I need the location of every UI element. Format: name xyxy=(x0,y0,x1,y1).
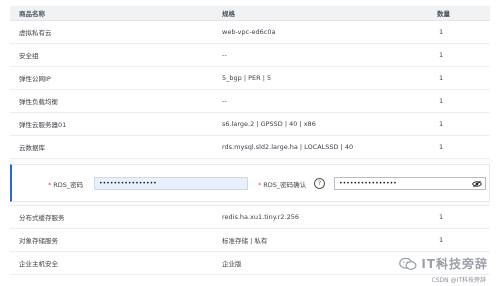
cell-spec: rds.mysql.sld2.large.ha | LOCALSSD | 40 xyxy=(222,143,354,151)
cell-spec: -- xyxy=(222,97,227,105)
rds-password-label-text: RDS_密码 xyxy=(53,181,84,189)
cell-quantity: 1 xyxy=(439,74,444,82)
rds-password-input[interactable] xyxy=(94,177,248,190)
watermark: IT科技旁辞 xyxy=(399,255,488,272)
table-row: 虚拟私有云 web-vpc-ed6c0a 1 xyxy=(10,21,490,44)
header-product-name: 商品名称 xyxy=(19,10,45,18)
cell-spec: 5_bgp | PER | 5 xyxy=(222,74,272,82)
table-row: 弹性公网IP 5_bgp | PER | 5 1 xyxy=(10,67,490,90)
wechat-logo-icon xyxy=(399,257,417,270)
cell-spec: s6.large.2 | GPSSD | 40 | x86 xyxy=(222,120,316,128)
table-row: 弹性负载均衡 -- 1 xyxy=(10,90,490,113)
cell-spec: -- xyxy=(222,51,227,59)
rds-password-form: *RDS_密码 *RDS_密码确认 ? xyxy=(10,164,490,202)
cell-product-name: 弹性负载均衡 xyxy=(19,98,58,106)
rds-password-label: * RDS_密码 xyxy=(48,179,83,189)
cell-product-name: 云数据库 xyxy=(19,144,45,152)
product-table: 商品名称 规格 数量 虚拟私有云 web-vpc-ed6c0a 1 安全组 --… xyxy=(10,6,490,275)
cell-product-name: 弹性云服务器01 xyxy=(19,121,67,129)
cell-quantity: 1 xyxy=(439,120,444,128)
table-row: 安全组 -- 1 xyxy=(10,44,490,67)
required-mark: * xyxy=(258,181,262,189)
table-header: 商品名称 规格 数量 xyxy=(10,6,490,21)
rds-password-confirm-label: * RDS_密码确认 xyxy=(258,179,306,189)
cell-product-name: 企业主机安全 xyxy=(19,260,58,268)
cell-product-name: 安全组 xyxy=(19,52,39,60)
header-spec: 规格 xyxy=(222,10,235,18)
cell-spec: web-vpc-ed6c0a xyxy=(222,28,276,36)
watermark-text: IT科技旁辞 xyxy=(421,257,488,271)
help-icon[interactable]: ? xyxy=(314,178,325,189)
table-row: 对象存储服务 标准存储 | 私有 1 xyxy=(10,229,490,252)
table-row: 云数据库 rds.mysql.sld2.large.ha | LOCALSSD … xyxy=(10,136,490,159)
cell-quantity: 1 xyxy=(439,97,444,105)
rds-password-confirm-input[interactable] xyxy=(334,177,486,190)
csdn-credit: CSDN @IT科技旁辞 xyxy=(431,277,486,284)
rds-password-confirm-label-text: RDS_密码确认 xyxy=(263,181,307,189)
rds-password-panel: *RDS_密码 *RDS_密码确认 ? xyxy=(10,159,490,206)
cell-quantity: 1 xyxy=(439,213,444,221)
cell-spec: redis.ha.xu1.tiny.r2.256 xyxy=(222,213,299,221)
cell-quantity: 1 xyxy=(439,51,444,59)
cell-quantity: 1 xyxy=(439,143,444,151)
eye-slash-icon[interactable] xyxy=(472,180,482,188)
cell-spec: 标准存储 | 私有 xyxy=(222,237,268,245)
cell-product-name: 虚拟私有云 xyxy=(19,29,52,37)
cell-quantity: 1 xyxy=(439,28,444,36)
cell-product-name: 对象存储服务 xyxy=(19,237,58,245)
cell-product-name: 分布式缓存服务 xyxy=(19,214,65,222)
cell-product-name: 弹性公网IP xyxy=(19,75,51,83)
required-mark: * xyxy=(48,181,52,189)
cell-quantity: 1 xyxy=(439,236,444,244)
table-row: 弹性云服务器01 s6.large.2 | GPSSD | 40 | x86 1 xyxy=(10,113,490,136)
table-row: 分布式缓存服务 redis.ha.xu1.tiny.r2.256 1 xyxy=(10,206,490,229)
header-quantity: 数量 xyxy=(437,10,450,18)
